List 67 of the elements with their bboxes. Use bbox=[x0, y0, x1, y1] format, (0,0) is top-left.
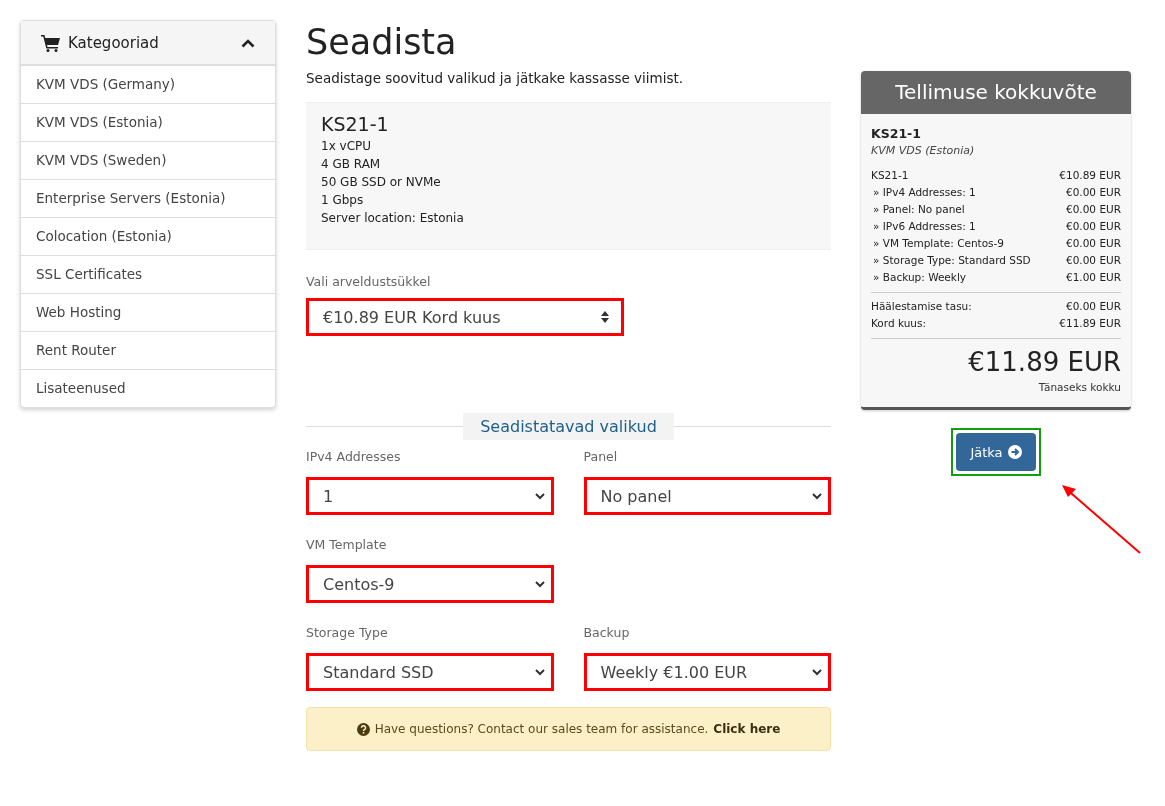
field-label: Vali arveldustsükkel bbox=[306, 274, 432, 289]
sort-arrows-icon bbox=[601, 311, 609, 323]
question-icon bbox=[356, 722, 370, 736]
line-price: €0.00 EUR bbox=[1066, 253, 1121, 268]
field-label: Panel bbox=[583, 449, 619, 464]
chevron-down-icon bbox=[534, 668, 545, 676]
field-label: Backup bbox=[583, 625, 631, 640]
field-label: IPv4 Addresses bbox=[306, 449, 402, 464]
page-title: Seadista bbox=[306, 21, 458, 64]
category-link[interactable]: KVM VDS (Sweden) bbox=[21, 141, 275, 179]
line-label: » IPv6 Addresses: 1 bbox=[873, 219, 976, 234]
cart-icon bbox=[41, 33, 61, 52]
help-link[interactable]: Click here bbox=[713, 722, 781, 736]
chevron-down-icon bbox=[812, 492, 822, 500]
line-price: €0.00 EUR bbox=[1066, 185, 1121, 200]
category-link[interactable]: Enterprise Servers (Estonia) bbox=[21, 179, 275, 217]
category-link[interactable]: KVM VDS (Estonia) bbox=[21, 103, 275, 141]
continue-button[interactable]: Jätka bbox=[956, 433, 1036, 471]
line-price: €11.89 EUR bbox=[1059, 316, 1121, 331]
chevron-down-icon bbox=[812, 668, 822, 676]
chevron-down-icon bbox=[535, 580, 545, 588]
field-label: VM Template bbox=[306, 537, 388, 552]
category-link[interactable]: Web Hosting bbox=[21, 293, 275, 331]
line-price: €0.00 EUR bbox=[1066, 219, 1121, 234]
category-link[interactable]: Rent Router bbox=[21, 331, 275, 369]
product-feature: 1 Gbps bbox=[321, 192, 365, 209]
line-price: €0.00 EUR bbox=[1066, 202, 1121, 217]
summary-group: KVM VDS (Estonia) bbox=[871, 144, 1121, 157]
option-select[interactable]: Standard SSD bbox=[306, 653, 554, 691]
line-label: » Panel: No panel bbox=[873, 202, 965, 217]
category-link[interactable]: Lisateenused bbox=[21, 369, 275, 407]
line-label: KS21-1 bbox=[871, 168, 909, 183]
categories-title: Kategooriad bbox=[68, 33, 160, 52]
product-feature: 1x vCPU bbox=[321, 138, 373, 155]
line-label: » Backup: Weekly bbox=[873, 270, 967, 285]
option-select[interactable]: Weekly €1.00 EUR bbox=[583, 653, 831, 691]
option-select[interactable]: No panel bbox=[583, 477, 831, 515]
line-price: €1.00 EUR bbox=[1066, 270, 1121, 285]
category-link[interactable]: SSL Certificates bbox=[21, 255, 275, 293]
line-price: €0.00 EUR bbox=[1066, 299, 1121, 314]
section-heading: Seadistatavad valikud bbox=[463, 413, 674, 440]
billing-cycle-select[interactable]: €10.89 EUR Kord kuus bbox=[306, 298, 624, 336]
line-label: » IPv4 Addresses: 1 bbox=[873, 185, 976, 200]
field-label: Storage Type bbox=[306, 625, 389, 640]
help-text: Have questions? Contact our sales team for assistance. bbox=[374, 722, 709, 736]
summary-product: KS21-1 bbox=[871, 126, 922, 141]
option-select[interactable]: 1 bbox=[306, 477, 554, 515]
product-name: KS21-1 bbox=[321, 113, 390, 135]
page-subtitle: Seadistage soovitud valikud ja jätkake kassasse viimist. bbox=[306, 70, 685, 86]
line-price: €0.00 EUR bbox=[1066, 236, 1121, 251]
line-label: Kord kuus: bbox=[871, 316, 926, 331]
category-link[interactable]: Colocation (Estonia) bbox=[21, 217, 275, 255]
option-select[interactable]: Centos-9 bbox=[306, 565, 554, 603]
product-feature: 50 GB SSD or NVMe bbox=[321, 174, 442, 191]
chevron-down-icon bbox=[534, 492, 545, 500]
line-label: Häälestamise tasu: bbox=[871, 299, 972, 314]
line-price: €10.89 EUR bbox=[1059, 168, 1121, 183]
product-feature: 4 GB RAM bbox=[321, 156, 382, 173]
total-label: Tänaseks kokku bbox=[1037, 381, 1121, 393]
line-label: » Storage Type: Standard SSD bbox=[873, 253, 1031, 268]
summary-title: Tellimuse kokkuvõte bbox=[861, 71, 1131, 114]
product-feature: Server location: Estonia bbox=[321, 210, 465, 227]
total-amount: €11.89 EUR bbox=[967, 347, 1121, 377]
category-link[interactable]: KVM VDS (Germany) bbox=[21, 65, 275, 103]
categories-header[interactable]: Kategooriad bbox=[21, 21, 275, 65]
line-label: » VM Template: Centos-9 bbox=[873, 236, 1005, 251]
arrow-circle-icon bbox=[1007, 445, 1022, 459]
